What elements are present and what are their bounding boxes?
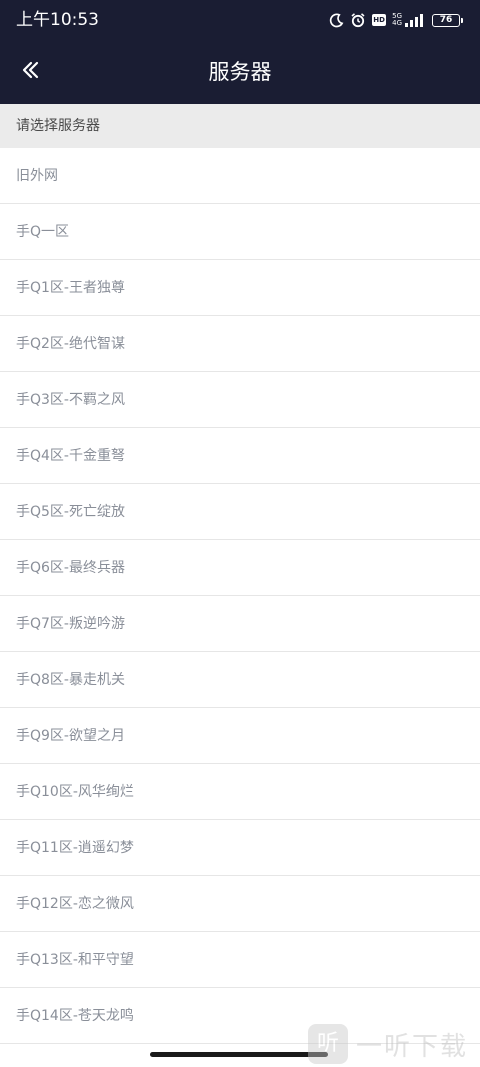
- page-title: 服务器: [208, 60, 272, 84]
- status-icons: HD 5G 4G 76: [329, 10, 463, 30]
- server-item[interactable]: 手Q一区: [0, 204, 480, 260]
- server-item[interactable]: 手Q6区-最终兵器: [0, 540, 480, 596]
- status-time: 上午10:53: [16, 10, 99, 30]
- server-list: 旧外网 手Q一区 手Q1区-王者独尊 手Q2区-绝代智谋 手Q3区-不羁之风 手Q4区-千…: [0, 148, 480, 1044]
- server-item[interactable]: 手Q13区-和平守望: [0, 932, 480, 988]
- status-bar: 上午10:53 HD 5G 4G 76: [0, 0, 480, 40]
- network-label: 5G 4G: [392, 13, 402, 27]
- server-item[interactable]: 手Q2区-绝代智谋: [0, 316, 480, 372]
- server-item[interactable]: 手Q8区-暴走机关: [0, 652, 480, 708]
- server-item[interactable]: 手Q12区-恋之微风: [0, 876, 480, 932]
- network-4g-label: 4G: [392, 19, 402, 27]
- server-item[interactable]: 旧外网: [0, 148, 480, 204]
- watermark-text: 一听下载: [355, 1031, 468, 1062]
- hd-icon: HD: [372, 14, 387, 26]
- moon-icon: [329, 13, 344, 28]
- server-item[interactable]: 手Q7区-叛逆吟游: [0, 596, 480, 652]
- watermark-logo: 听: [307, 1024, 348, 1064]
- battery-icon: 76: [432, 13, 463, 27]
- signal-icon: [404, 13, 426, 27]
- server-item[interactable]: 手Q4区-千金重弩: [0, 428, 480, 484]
- server-item[interactable]: 手Q9区-欲望之月: [0, 708, 480, 764]
- watermark: 听 一听下载: [307, 1024, 468, 1064]
- server-item[interactable]: 手Q11区-逍遥幻梦: [0, 820, 480, 876]
- section-header: 请选择服务器: [0, 104, 480, 148]
- server-item[interactable]: 手Q3区-不羁之风: [0, 372, 480, 428]
- alarm-icon: [350, 12, 366, 28]
- server-item[interactable]: 手Q10区-风华绚烂: [0, 764, 480, 820]
- server-item[interactable]: 手Q5区-死亡绽放: [0, 484, 480, 540]
- server-item[interactable]: 手Q1区-王者独尊: [0, 260, 480, 316]
- nav-bar: 服务器: [0, 40, 480, 104]
- home-indicator[interactable]: [150, 1052, 328, 1057]
